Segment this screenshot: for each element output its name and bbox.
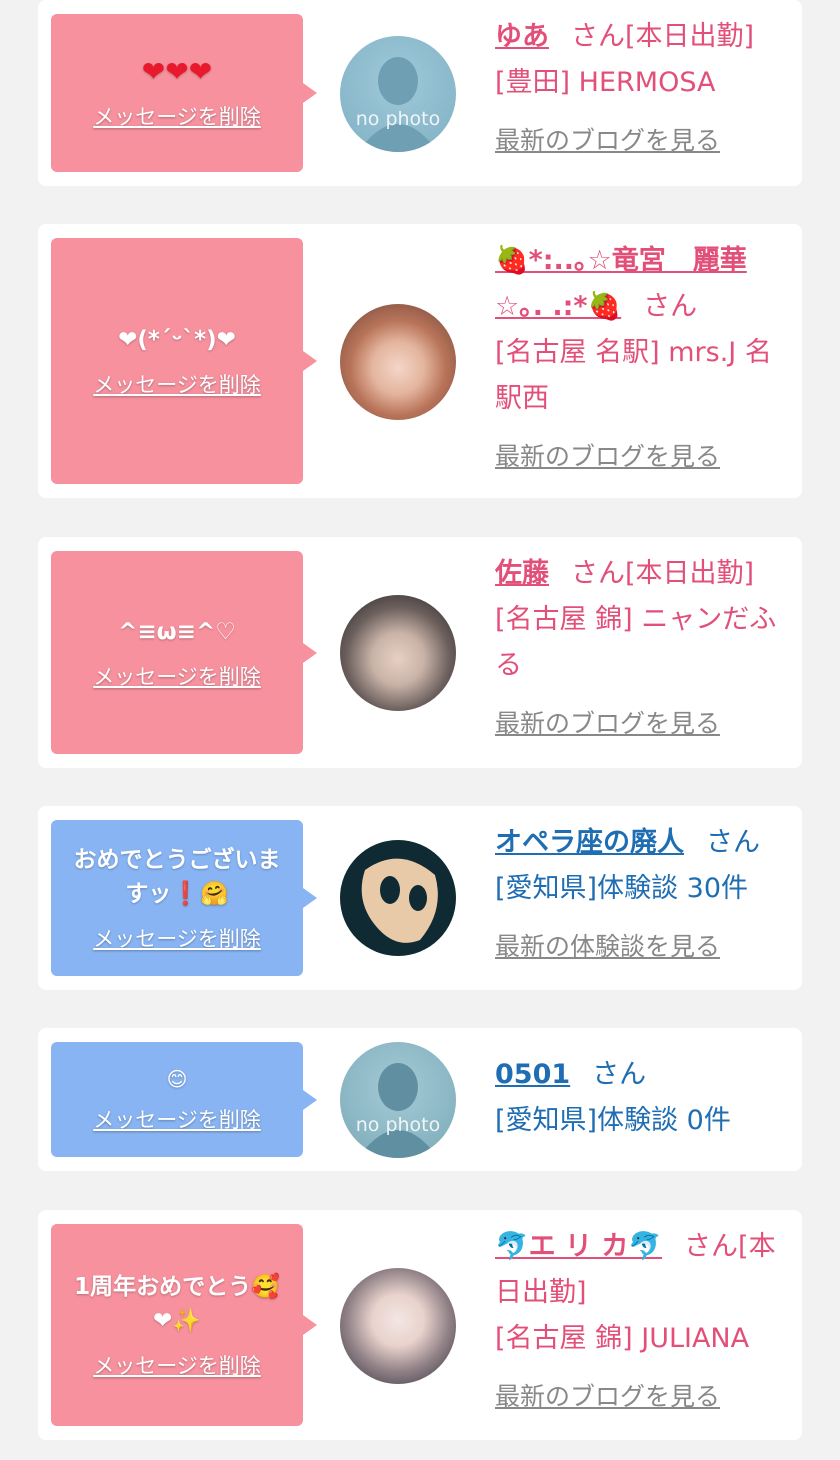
profile-name-link[interactable]: 0501 <box>495 1059 570 1090</box>
mask-icon <box>361 858 438 943</box>
message-bubble: ❤❤❤ メッセージを削除 <box>51 14 317 172</box>
delete-message-link[interactable]: メッセージを削除 <box>93 1104 261 1134</box>
message-text: ^≡ω≡^♡ <box>118 618 236 645</box>
status-badge: [本日出勤] <box>625 21 755 52</box>
delete-message-link[interactable]: メッセージを削除 <box>93 1350 261 1380</box>
profile-info: 佐藤 さん[本日出勤] [名古屋 錦] ニャンだふる 最新のブログを見る <box>495 551 788 747</box>
avatar[interactable] <box>340 595 456 711</box>
message-card: 😊 メッセージを削除 no photo 0501 さん [愛知県]体験談 0件 <box>38 1028 802 1171</box>
person-silhouette-icon <box>358 1063 438 1158</box>
message-bubble: 😊 メッセージを削除 <box>51 1042 317 1157</box>
message-text: ❤❤❤ <box>141 55 213 88</box>
status-badge: [本日出勤] <box>625 558 755 589</box>
profile-info: 🐬エ リ カ🐬 さん[本日出勤] [名古屋 錦] JULIANA 最新のブログを見… <box>495 1224 788 1420</box>
review-count: [愛知県]体験談 0件 <box>495 1105 731 1136</box>
honorific: さん <box>571 21 625 52</box>
avatar[interactable] <box>340 304 456 420</box>
message-bubble: ^≡ω≡^♡ メッセージを削除 <box>51 551 317 754</box>
avatar[interactable]: no photo <box>340 36 456 152</box>
profile-name-link[interactable]: 🍓*:..｡☆竜宮 麗華☆｡. .:*🍓 <box>495 245 747 322</box>
message-bubble: 1周年おめでとう🥰❤✨ メッセージを削除 <box>51 1224 317 1426</box>
delete-message-link[interactable]: メッセージを削除 <box>93 369 261 399</box>
profile-info: オペラ座の廃人 さん [愛知県]体験談 30件 最新の体験談を見る <box>495 820 788 970</box>
honorific: さん <box>684 1231 739 1262</box>
profile-name-link[interactable]: オペラ座の廃人 <box>495 827 684 858</box>
delete-message-link[interactable]: メッセージを削除 <box>93 923 261 953</box>
person-silhouette-icon <box>358 57 438 152</box>
shop-info: [豊田] HERMOSA <box>495 67 716 98</box>
message-bubble: ❤(*´ᵕ`*)❤ メッセージを削除 <box>51 238 317 484</box>
no-photo-label: no photo <box>355 108 441 130</box>
profile-info: 🍓*:..｡☆竜宮 麗華☆｡. .:*🍓 さん [名古屋 名駅] mrs.J 名駅… <box>495 238 788 480</box>
message-bubble: おめでとうございますッ❗🤗 メッセージを削除 <box>51 820 317 976</box>
delete-message-link[interactable]: メッセージを削除 <box>93 661 261 691</box>
shop-info: [名古屋 錦] JULIANA <box>495 1323 750 1354</box>
profile-info: ゆあ さん[本日出勤] [豊田] HERMOSA 最新のブログを見る <box>495 14 788 164</box>
message-card: ❤(*´ᵕ`*)❤ メッセージを削除 🍓*:..｡☆竜宮 麗華☆｡. .:*🍓 さ… <box>38 224 802 498</box>
honorific: さん <box>643 291 698 322</box>
message-card: おめでとうございますッ❗🤗 メッセージを削除 オペラ座の廃人 さん [愛知県]体験… <box>38 806 802 990</box>
avatar[interactable] <box>340 1268 456 1384</box>
message-text: おめでとうございますッ❗🤗 <box>73 847 281 907</box>
delete-message-link[interactable]: メッセージを削除 <box>93 101 261 131</box>
latest-blog-link[interactable]: 最新のブログを見る <box>495 118 720 164</box>
review-count: [愛知県]体験談 30件 <box>495 873 749 904</box>
message-text: 1周年おめでとう🥰❤✨ <box>74 1274 280 1334</box>
profile-name-link[interactable]: 佐藤 <box>495 558 549 589</box>
message-card: 1周年おめでとう🥰❤✨ メッセージを削除 🐬エ リ カ🐬 さん[本日出勤] [名古… <box>38 1210 802 1440</box>
message-text: 😊 <box>166 1066 188 1091</box>
honorific: さん <box>706 827 760 858</box>
avatar[interactable]: no photo <box>340 1042 456 1158</box>
latest-blog-link[interactable]: 最新のブログを見る <box>495 434 720 480</box>
shop-info: [名古屋 錦] ニャンだふる <box>495 604 777 681</box>
honorific: さん <box>571 558 625 589</box>
message-text: ❤(*´ᵕ`*)❤ <box>118 327 236 353</box>
no-photo-label: no photo <box>355 1114 441 1136</box>
latest-review-link[interactable]: 最新の体験談を見る <box>495 924 720 970</box>
honorific: さん <box>592 1059 647 1090</box>
profile-name-link[interactable]: 🐬エ リ カ🐬 <box>495 1231 662 1262</box>
profile-info: 0501 さん [愛知県]体験談 0件 <box>495 1052 788 1144</box>
profile-name-link[interactable]: ゆあ <box>495 21 549 52</box>
avatar[interactable] <box>340 840 456 956</box>
latest-blog-link[interactable]: 最新のブログを見る <box>495 701 720 747</box>
message-card: ❤❤❤ メッセージを削除 no photo ゆあ さん[本日出勤] [豊田] HE… <box>38 0 802 186</box>
latest-blog-link[interactable]: 最新のブログを見る <box>495 1374 720 1420</box>
message-card: ^≡ω≡^♡ メッセージを削除 佐藤 さん[本日出勤] [名古屋 錦] ニャンだふ… <box>38 537 802 768</box>
shop-info: [名古屋 名駅] mrs.J 名駅西 <box>495 337 772 414</box>
